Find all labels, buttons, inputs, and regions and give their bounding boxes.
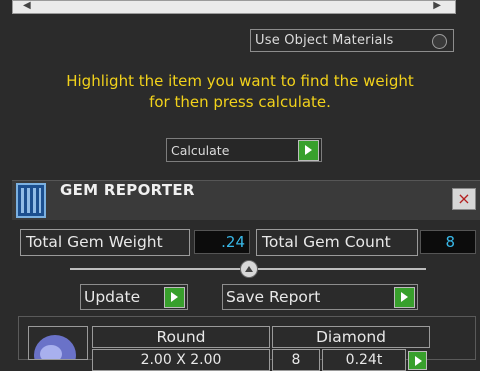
instruction-line-1: Highlight the item you want to find the … [66,72,414,90]
total-gem-weight-label: Total Gem Weight [20,229,190,256]
total-gem-count-value: 8 [420,230,476,254]
table-header-type: Diamond [272,326,430,348]
play-arrow-icon[interactable] [298,140,319,161]
use-object-materials-label: Use Object Materials [255,33,394,48]
use-object-materials-toggle[interactable]: Use Object Materials [250,29,454,52]
save-report-button[interactable]: Save Report [222,284,418,310]
table-header-shape: Round [92,326,270,348]
save-report-label: Save Report [226,288,321,306]
update-button[interactable]: Update [80,284,188,310]
table-cell-quantity: 8 [272,349,320,371]
gem-reporter-title: GEM REPORTER [60,181,195,199]
play-arrow-icon[interactable] [394,287,415,308]
update-label: Update [84,288,141,306]
play-arrow-icon[interactable] [164,287,185,308]
scroll-left-arrow-icon[interactable]: ◀ [23,0,31,12]
gem-reporter-logo-icon [16,183,46,218]
total-gem-weight-value: .24 [194,230,250,254]
calculate-label: Calculate [171,143,230,158]
table-cell-size: 2.00 X 2.00 [92,349,270,371]
radio-icon[interactable] [432,34,447,49]
row-go-arrow-icon[interactable] [408,351,427,370]
round-gem-icon [34,335,76,359]
gem-thumbnail [28,326,88,360]
instruction-line-2: for then press calculate. [149,93,331,111]
slider-up-arrow-icon[interactable] [240,260,258,278]
total-gem-count-label: Total Gem Count [256,229,418,256]
scroll-right-arrow-icon[interactable]: ▶ [433,0,441,12]
table-cell-weight: 0.24t [322,349,406,371]
calculate-button[interactable]: Calculate [166,138,322,162]
instruction-text: Highlight the item you want to find the … [20,71,460,113]
horizontal-scrollbar[interactable]: ◀ ▶ [12,0,456,14]
close-icon[interactable]: × [452,188,476,210]
